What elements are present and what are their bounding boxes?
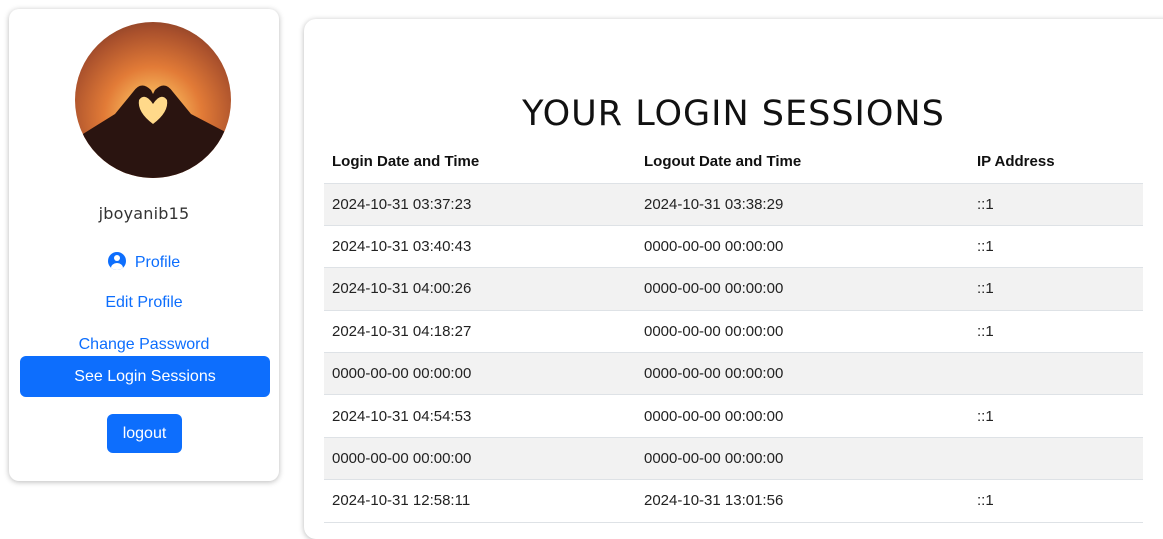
user-circle-icon [107, 252, 126, 270]
header-logout-time: Logout Date and Time [636, 140, 969, 184]
login-time-cell: 2024-10-31 04:18:27 [324, 310, 636, 354]
logout-time-cell: 2024-10-31 03:38:29 [636, 183, 969, 226]
login-time-cell: 2024-10-31 12:58:11 [324, 479, 636, 523]
avatar [75, 22, 231, 178]
header-ip-address: IP Address [969, 140, 1143, 184]
ip-address-cell: ::1 [969, 394, 1143, 438]
page-title: YOUR LOGIN SESSIONS [522, 94, 945, 134]
login-time-cell: 2024-10-31 03:40:43 [324, 225, 636, 269]
ip-address-cell [969, 437, 1143, 481]
logout-time-cell: 0000-00-00 00:00:00 [636, 310, 969, 354]
profile-link[interactable]: Profile [19, 252, 269, 272]
login-sessions-table: Login Date and Time Logout Date and Time… [324, 140, 1143, 523]
logout-time-cell: 0000-00-00 00:00:00 [636, 394, 969, 438]
login-time-cell: 2024-10-31 03:37:23 [324, 183, 636, 226]
main-panel: YOUR LOGIN SESSIONS Login Date and Time … [304, 19, 1163, 539]
logout-time-cell: 0000-00-00 00:00:00 [636, 267, 969, 311]
header-login-time: Login Date and Time [324, 140, 636, 184]
change-password-link[interactable]: Change Password [19, 336, 269, 354]
see-login-sessions-button[interactable]: See Login Sessions [20, 356, 270, 397]
logout-time-cell: 0000-00-00 00:00:00 [636, 352, 969, 396]
ip-address-cell: ::1 [969, 183, 1143, 226]
edit-profile-link[interactable]: Edit Profile [19, 294, 269, 312]
profile-link-label: Profile [134, 254, 181, 271]
table-row: 2024-10-31 03:40:43 0000-00-00 00:00:00::… [324, 225, 1143, 269]
ip-address-cell: ::1 [969, 310, 1143, 354]
login-time-cell: 0000-00-00 00:00:00 [324, 352, 636, 396]
heart-hands-image [75, 85, 231, 178]
login-time-cell: 2024-10-31 04:54:53 [324, 394, 636, 438]
logout-time-cell: 2024-10-31 13:01:56 [636, 479, 969, 523]
table-row: 0000-00-00 00:00:00 0000-00-00 00:00:00 [324, 352, 1143, 396]
profile-sidebar: jboyanib15 Profile Edit Profile Change P… [9, 9, 279, 481]
login-time-cell: 0000-00-00 00:00:00 [324, 437, 636, 481]
ip-address-cell: ::1 [969, 479, 1143, 523]
table-row: 2024-10-31 04:54:53 0000-00-00 00:00:00::… [324, 394, 1143, 438]
ip-address-cell [969, 352, 1143, 396]
logout-time-cell: 0000-00-00 00:00:00 [636, 437, 969, 481]
username: jboyanib15 [98, 204, 190, 223]
table-row: 2024-10-31 12:58:11 2024-10-31 13:01:56::… [324, 479, 1143, 523]
ip-address-cell: ::1 [969, 225, 1143, 269]
login-time-cell: 2024-10-31 04:00:26 [324, 267, 636, 311]
logout-time-cell: 0000-00-00 00:00:00 [636, 225, 969, 269]
table-row: 0000-00-00 00:00:00 0000-00-00 00:00:00 [324, 437, 1143, 481]
table-header-row: Login Date and Time Logout Date and Time… [324, 140, 1143, 184]
logout-button[interactable]: logout [107, 414, 182, 453]
table-body: 2024-10-31 03:37:23 2024-10-31 03:38:29::… [324, 183, 1143, 523]
table-row: 2024-10-31 04:00:26 0000-00-00 00:00:00::… [324, 267, 1143, 311]
table-row: 2024-10-31 04:18:27 0000-00-00 00:00:00::… [324, 310, 1143, 354]
table-row: 2024-10-31 03:37:23 2024-10-31 03:38:29::… [324, 183, 1143, 226]
ip-address-cell: ::1 [969, 267, 1143, 311]
